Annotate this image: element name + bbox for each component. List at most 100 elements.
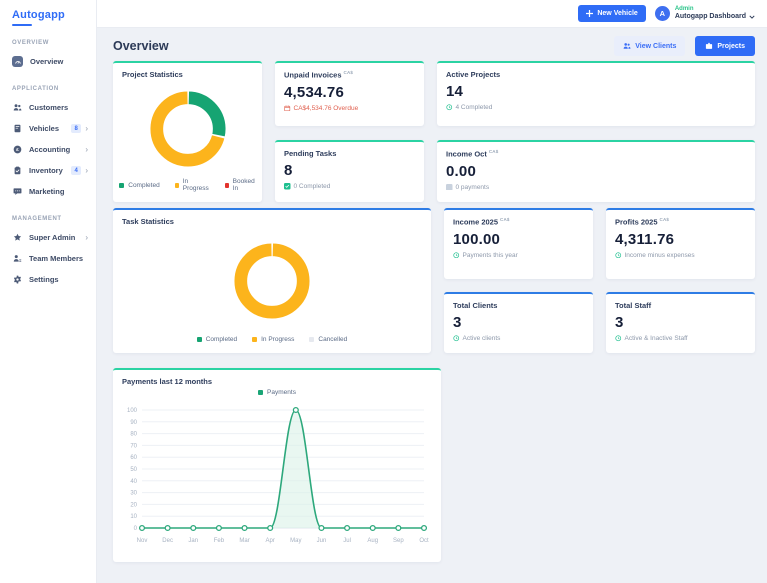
briefcase-icon	[706, 42, 713, 49]
app-logo[interactable]: Autogapp	[0, 0, 96, 23]
unpaid-invoices-value: 4,534.76	[284, 83, 344, 101]
clock-icon	[453, 335, 460, 342]
svg-text:10: 10	[130, 514, 137, 520]
income-2025-note: Payments this year	[453, 252, 584, 259]
vehicle-doc-icon	[12, 124, 22, 134]
user-menu[interactable]: A Admin Autogapp Dashboard	[654, 5, 755, 22]
calendar-icon	[284, 105, 291, 111]
users-icon	[12, 103, 22, 113]
chevron-down-icon	[749, 15, 755, 19]
legend-label: Booked In	[232, 178, 255, 192]
active-projects-value: 14	[446, 83, 464, 100]
task-statistics-card: Task Statistics Completed In Progress Ca…	[113, 208, 431, 353]
sidebar: Autogapp OVERVIEW Overview APPLICATION C…	[0, 0, 97, 583]
sidebar-item-settings[interactable]: Settings	[0, 269, 96, 290]
card-title: Unpaid Invoices CA$	[284, 70, 354, 80]
svg-text:90: 90	[130, 420, 137, 426]
chevron-right-icon: ›	[85, 165, 88, 175]
vehicles-count-badge: 8	[70, 124, 82, 133]
sidebar-item-marketing[interactable]: Marketing	[0, 181, 96, 202]
sidebar-item-super-admin[interactable]: Super Admin ›	[0, 227, 96, 248]
user-name: Autogapp Dashboard	[674, 12, 746, 20]
svg-text:30: 30	[130, 491, 137, 497]
view-clients-button[interactable]: View Clients	[614, 36, 686, 56]
svg-text:80: 80	[130, 432, 137, 438]
sidebar-item-label: Team Members	[29, 254, 84, 263]
svg-text:Dec: Dec	[162, 538, 173, 544]
card-title: Payments last 12 months	[122, 377, 213, 386]
total-clients-card: Total Clients 3 Active clients	[444, 292, 593, 353]
card-title: Project Statistics	[122, 70, 183, 79]
legend-swatch-completed	[119, 182, 125, 188]
svg-text:20: 20	[130, 502, 137, 508]
sidebar-item-label: Inventory	[29, 166, 63, 175]
currency-label: CA$	[659, 217, 670, 222]
legend-label: In Progress	[261, 336, 295, 343]
svg-text:70: 70	[130, 443, 137, 449]
card-title: Income Oct CA$	[446, 149, 499, 159]
svg-text:60: 60	[130, 455, 137, 461]
gauge-icon	[12, 56, 23, 67]
sidebar-item-label: Marketing	[29, 187, 65, 196]
payments-line-chart: 0 10 20 30 40 50 60 70 80 90 100 Nov Dec Jan Feb Mar Apr…	[127, 406, 429, 544]
task-statistics-donut	[122, 226, 422, 336]
sidebar-item-accounting[interactable]: £ Accounting ›	[0, 139, 96, 160]
profits-2025-note: Income minus expenses	[615, 252, 746, 259]
svg-text:40: 40	[130, 479, 137, 485]
avatar: A	[654, 5, 670, 21]
sidebar-item-inventory[interactable]: Inventory 4 ›	[0, 160, 96, 181]
legend-swatch-in-progress	[174, 182, 179, 188]
svg-text:Jan: Jan	[188, 538, 198, 544]
project-statistics-donut	[122, 79, 253, 178]
active-projects-note: 4 Completed	[446, 104, 746, 111]
chevron-right-icon: ›	[85, 123, 88, 133]
new-vehicle-label: New Vehicle	[597, 10, 638, 17]
page-title: Overview	[113, 39, 169, 53]
plus-icon	[586, 10, 594, 17]
card-title: Income 2025 CA$	[453, 217, 510, 227]
sidebar-item-overview[interactable]: Overview	[0, 51, 96, 72]
sidebar-item-team-members[interactable]: Team Members	[0, 248, 96, 269]
total-clients-value: 3	[453, 314, 462, 331]
card-title: Active Projects	[446, 70, 501, 79]
svg-text:May: May	[290, 538, 301, 544]
new-vehicle-button[interactable]: New Vehicle	[578, 5, 646, 22]
unpaid-invoices-note: CA$4,534.76 Overdue	[284, 105, 415, 112]
legend-swatch-in-progress	[252, 337, 258, 342]
svg-text:Jun: Jun	[317, 538, 327, 544]
clock-icon	[446, 104, 453, 111]
users-icon	[623, 43, 631, 49]
unpaid-invoices-card: Unpaid Invoices CA$ 4,534.76 CA$4,534.76 …	[275, 61, 424, 126]
chevron-right-icon: ›	[85, 232, 88, 242]
income-oct-value: 0.00	[446, 162, 476, 180]
svg-text:Sep: Sep	[393, 538, 404, 544]
content-header: Overview View Clients Projects	[113, 36, 755, 56]
sidebar-item-label: Super Admin	[29, 233, 76, 242]
svg-text:Nov: Nov	[137, 538, 148, 544]
legend-label: Completed	[205, 336, 238, 343]
sidebar-item-customers[interactable]: Customers	[0, 97, 96, 118]
svg-text:Aug: Aug	[367, 538, 378, 544]
main-content: Overview View Clients Projects Unpaid In…	[97, 28, 767, 583]
inventory-count-badge: 4	[70, 166, 82, 175]
income-oct-note: 0 payments	[446, 184, 746, 191]
projects-button[interactable]: Projects	[695, 36, 755, 56]
person-icon	[12, 254, 22, 264]
card-title: Task Statistics	[122, 217, 174, 226]
svg-text:Jul: Jul	[343, 538, 351, 544]
clock-icon	[615, 335, 622, 342]
sidebar-section-overview: OVERVIEW	[12, 40, 50, 46]
payments-chart-card: Payments last 12 months Payments 0 10 20 30…	[113, 368, 441, 562]
active-projects-card: Active Projects 14 4 Completed	[437, 61, 755, 126]
currency-label: CA$	[343, 70, 354, 75]
legend-swatch-cancelled	[309, 337, 315, 342]
income-2025-value: 100.00	[453, 230, 501, 248]
view-clients-label: View Clients	[635, 42, 677, 50]
legend-swatch-booked-in	[224, 182, 229, 188]
svg-text:50: 50	[130, 467, 137, 473]
pending-tasks-note: 0 Completed	[284, 183, 415, 190]
legend-label: Completed	[128, 181, 160, 189]
total-staff-value: 3	[615, 314, 624, 331]
currency-label: CA$	[488, 149, 499, 154]
sidebar-item-vehicles[interactable]: Vehicles 8 ›	[0, 118, 96, 139]
